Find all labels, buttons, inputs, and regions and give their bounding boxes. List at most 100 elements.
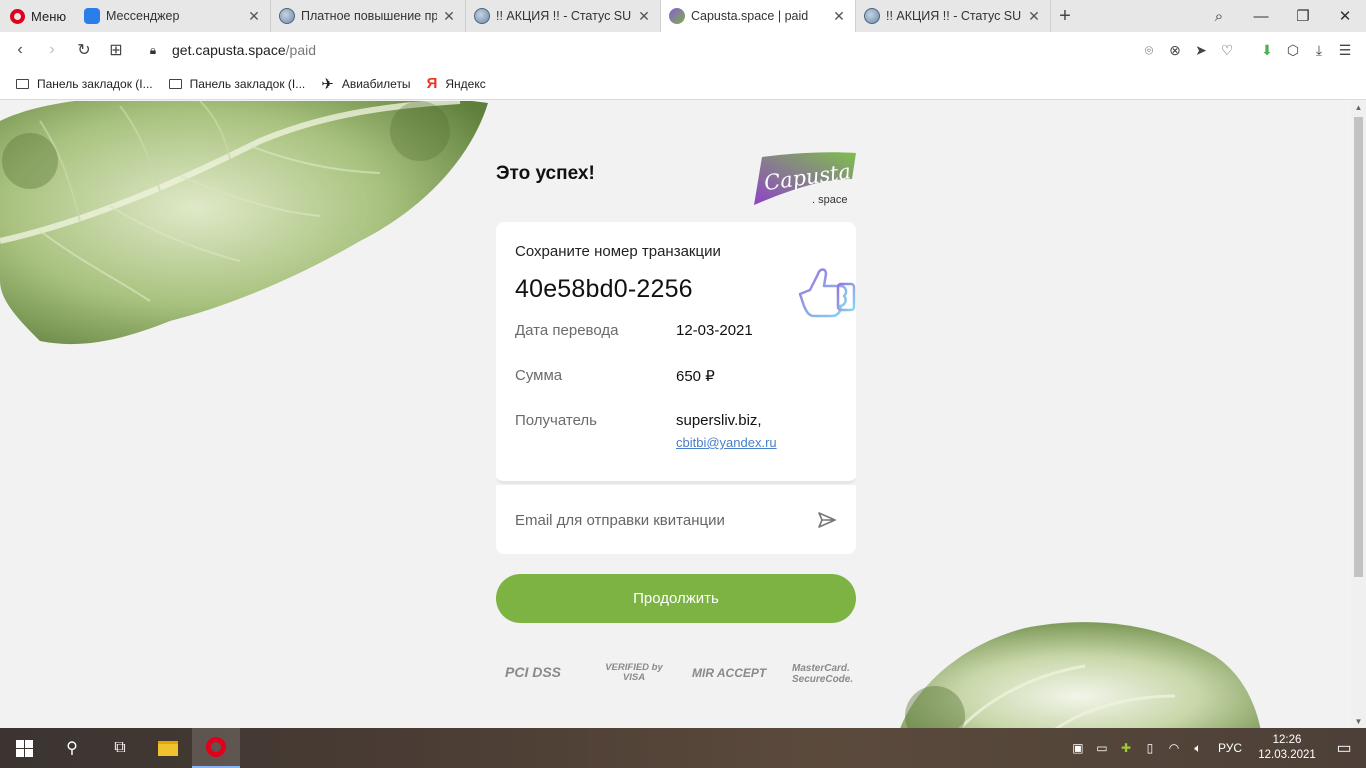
globe-icon	[864, 8, 880, 24]
save-transaction-label: Сохраните номер транзакции	[515, 243, 721, 260]
transfer-date-value: 12-03-2021	[676, 322, 753, 339]
tab-bar: Меню Мессенджер ✕ Платное повышение прав…	[0, 0, 1366, 32]
opera-logo-icon	[10, 8, 25, 24]
continue-button[interactable]: Продолжить	[496, 574, 856, 623]
close-tab-icon[interactable]: ✕	[1026, 8, 1042, 25]
tab-paid-rights[interactable]: Платное повышение прав ✕	[271, 0, 466, 32]
amount-label: Сумма	[515, 367, 563, 384]
cabbage-leaf-bottom-image	[900, 622, 1261, 728]
recipient-label: Получатель	[515, 412, 597, 429]
task-view-icon[interactable]: ⧉	[96, 728, 144, 768]
tab-title: Платное повышение прав	[301, 9, 437, 23]
tab-promo-1[interactable]: !! АКЦИЯ !! - Статус SUPER ✕	[466, 0, 661, 32]
volume-icon[interactable]: 🔈︎	[1186, 741, 1210, 756]
scroll-up-icon[interactable]: ▲	[1351, 103, 1366, 112]
mastercard-securecode-badge: MasterCard. SecureCode.	[792, 663, 854, 685]
scroll-thumb[interactable]	[1354, 117, 1363, 577]
verified-by-visa-badge: VERIFIED by VISA	[605, 662, 663, 683]
url-host: get.capusta.space	[172, 42, 286, 58]
start-button[interactable]	[0, 728, 48, 768]
bookmarks-bar: Панель закладок (I... Панель закладок (I…	[0, 68, 1366, 100]
transfer-date-label: Дата перевода	[515, 322, 619, 339]
recipient-email-link[interactable]: cbitbi@yandex.ru	[676, 435, 777, 450]
tab-messenger[interactable]: Мессенджер ✕	[76, 0, 271, 32]
search-tabs-icon[interactable]: ⌕	[1198, 8, 1240, 25]
bookmark-label: Панель закладок (I...	[189, 76, 306, 91]
battery-icon[interactable]: ▯	[1138, 741, 1162, 755]
clock[interactable]: 12:26 12.03.2021	[1252, 733, 1322, 763]
yandex-icon: Я	[426, 75, 438, 92]
heart-icon[interactable]: ♡	[1214, 42, 1240, 59]
tab-title: Capusta.space | paid	[691, 9, 809, 23]
wifi-icon[interactable]: ◠	[1162, 741, 1186, 755]
forward-icon[interactable]: ›	[36, 41, 68, 59]
bookmark-item[interactable]: Панель закладок (I...	[16, 77, 153, 91]
bookmark-item[interactable]: Я Яндекс	[427, 75, 486, 92]
security-badges: PCI DSS VERIFIED by VISA MIR ACCEPT Mast…	[500, 661, 860, 691]
clock-date: 12.03.2021	[1258, 749, 1316, 761]
recipient-value: supersliv.biz,	[676, 412, 762, 429]
tray-monitor-icon[interactable]: ▭	[1090, 741, 1114, 755]
cube-icon[interactable]: ⬡	[1280, 42, 1306, 59]
send-icon[interactable]	[816, 509, 838, 531]
language-indicator[interactable]: РУС	[1218, 741, 1242, 755]
windows-taskbar: ⚲ ⧉ ▣ ▭ ✚ ▯ ◠ 🔈︎ РУС 12:26 12.03.2021 ▭	[0, 728, 1366, 768]
url-field[interactable]: get.capusta.space/paid	[172, 42, 316, 58]
back-icon[interactable]: ‹	[4, 41, 36, 59]
thumbs-up-icon	[798, 268, 856, 318]
amount-value: 650 ₽	[676, 368, 715, 385]
email-receipt-panel	[496, 485, 856, 554]
speed-dial-icon[interactable]: ⊞	[100, 40, 132, 60]
page-title: Это успех!	[496, 163, 595, 184]
transaction-id: 40e58bd0-2256	[515, 275, 693, 303]
clock-time: 12:26	[1272, 734, 1302, 746]
download-icon[interactable]: ⤓	[1306, 42, 1332, 59]
file-explorer-icon[interactable]	[144, 728, 192, 768]
page-content: Это успех! Capusta . space Сохраните ном…	[0, 101, 1351, 728]
page-scrollbar[interactable]: ▲ ▼	[1351, 101, 1366, 728]
close-tab-icon[interactable]: ✕	[831, 8, 847, 25]
tab-promo-2[interactable]: !! АКЦИЯ !! - Статус SUPER ✕	[856, 0, 1051, 32]
tray-app-icon[interactable]: ▣	[1066, 741, 1090, 755]
close-tab-icon[interactable]: ✕	[636, 8, 652, 25]
notifications-icon[interactable]: ▭	[1322, 738, 1366, 758]
restore-icon[interactable]: ❐	[1282, 7, 1324, 25]
tab-title: Мессенджер	[106, 9, 180, 23]
lock-icon[interactable]: 🔒︎	[146, 43, 160, 58]
windows-logo-icon	[15, 739, 33, 757]
mir-accept-badge: MIR ACCEPT	[692, 666, 767, 680]
minimize-icon[interactable]: —	[1240, 8, 1282, 25]
search-icon[interactable]: ⚲	[48, 728, 96, 768]
opera-taskbar-icon[interactable]	[192, 728, 240, 768]
camera-icon[interactable]: ⌾	[1136, 42, 1162, 59]
email-field[interactable]	[515, 502, 805, 538]
scroll-down-icon[interactable]: ▼	[1351, 717, 1366, 726]
adblock-icon[interactable]: ⊗	[1162, 42, 1188, 59]
menu-label: Меню	[31, 8, 67, 24]
tray-green-icon[interactable]: ✚	[1114, 741, 1138, 755]
bookmark-item[interactable]: ✈ Авиабилеты	[321, 75, 410, 93]
bookmark-label: Авиабилеты	[341, 76, 411, 91]
folder-icon	[16, 78, 29, 89]
close-tab-icon[interactable]: ✕	[246, 8, 262, 25]
share-icon[interactable]: ➤	[1188, 42, 1214, 59]
address-bar: ‹ › ↻ ⊞ 🔒︎ get.capusta.space/paid ⌾ ⊗ ➤ …	[0, 32, 1366, 68]
new-tab-button[interactable]: +	[1051, 0, 1079, 32]
extension-icon[interactable]: ⬇	[1254, 42, 1280, 59]
tab-capusta-paid[interactable]: Capusta.space | paid ✕	[661, 0, 856, 32]
tab-title: !! АКЦИЯ !! - Статус SUPER	[496, 9, 632, 23]
pci-dss-badge: PCI DSS	[505, 664, 562, 680]
reload-icon[interactable]: ↻	[68, 40, 100, 60]
close-window-icon[interactable]: ✕	[1324, 7, 1366, 25]
bookmark-item[interactable]: Панель закладок (I...	[168, 76, 306, 91]
logo-subtitle: . space	[812, 194, 848, 206]
cabbage-leaf-image	[0, 101, 488, 345]
tab-title: !! АКЦИЯ !! - Статус SUPER	[886, 9, 1022, 23]
transaction-card: Сохраните номер транзакции 40e58bd0-2256…	[496, 222, 856, 484]
messenger-icon	[84, 8, 100, 24]
close-tab-icon[interactable]: ✕	[441, 8, 457, 25]
opera-menu-button[interactable]: Меню	[0, 0, 76, 32]
bookmark-label: Панель закладок (I...	[37, 76, 153, 91]
globe-icon	[474, 8, 490, 24]
settings-menu-icon[interactable]: ☰	[1332, 42, 1358, 59]
